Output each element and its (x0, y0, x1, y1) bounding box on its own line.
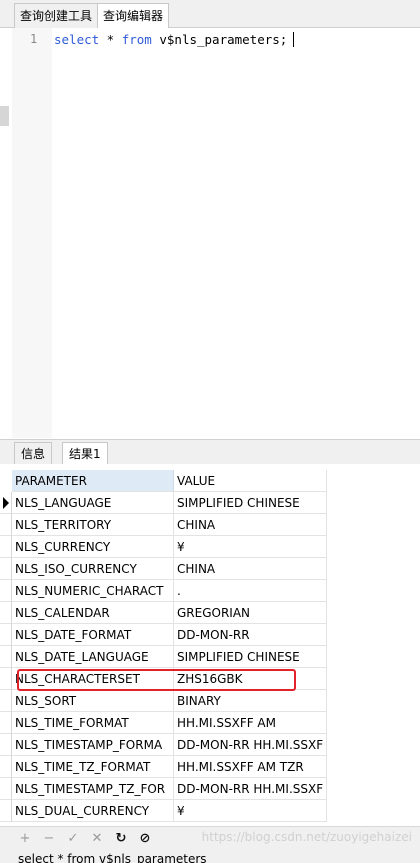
cell-parameter[interactable]: NLS_CALENDAR (12, 602, 174, 624)
row-indicator[interactable] (0, 580, 12, 602)
code-rest: v$nls_parameters; (151, 32, 288, 47)
cell-value[interactable]: CHINA (174, 514, 327, 536)
row-indicator[interactable] (0, 602, 12, 624)
keyword-select: select (54, 32, 100, 47)
cell-parameter[interactable]: NLS_NUMERIC_CHARACT (12, 580, 174, 602)
cell-value[interactable]: HH.MI.SSXFF AM TZR (174, 756, 327, 778)
tab-result-1[interactable]: 结果1 (62, 442, 108, 465)
cell-parameter[interactable]: NLS_CHARACTERSET (12, 668, 174, 690)
cell-value[interactable]: DD-MON-RR HH.MI.SSXF (174, 734, 327, 756)
cell-parameter[interactable]: NLS_SORT (12, 690, 174, 712)
cell-value[interactable]: CHINA (174, 558, 327, 580)
row-indicator[interactable] (0, 624, 12, 646)
cell-value[interactable]: ¥ (174, 800, 327, 822)
table-row[interactable]: NLS_SORT BINARY (0, 690, 327, 712)
cell-parameter[interactable]: NLS_DUAL_CURRENCY (12, 800, 174, 822)
column-header-value[interactable]: VALUE (174, 470, 327, 492)
check-icon[interactable]: ✓ (64, 830, 82, 848)
cell-parameter[interactable]: NLS_CURRENCY (12, 536, 174, 558)
cell-parameter[interactable]: NLS_TIME_TZ_FORMAT (12, 756, 174, 778)
cell-parameter[interactable]: NLS_TERRITORY (12, 514, 174, 536)
row-indicator[interactable] (0, 646, 12, 668)
row-indicator[interactable] (0, 734, 12, 756)
cell-value[interactable]: SIMPLIFIED CHINESE (174, 492, 327, 514)
line-number: 1 (30, 32, 38, 46)
column-header-parameter[interactable]: PARAMETER (12, 470, 174, 492)
plus-icon[interactable]: + (16, 830, 34, 848)
table-row[interactable]: NLS_TIMESTAMP_FORMA DD-MON-RR HH.MI.SSXF (0, 734, 327, 756)
table-row[interactable]: NLS_DUAL_CURRENCY ¥ (0, 800, 327, 822)
sql-editor[interactable]: 1 select * from v$nls_parameters; (0, 28, 420, 438)
grid-toolbar: + − ✓ ✕ ↻ ⊘ https://blog.csdn.net/zuoyigehaiz… (0, 826, 420, 850)
result-tab-bar: 信息 结果1 (0, 439, 420, 465)
table-row[interactable]: NLS_CHARACTERSET ZHS16GBK (0, 668, 327, 690)
cell-value[interactable]: DD-MON-RR (174, 624, 327, 646)
cell-value[interactable]: HH.MI.SSXFF AM (174, 712, 327, 734)
table-row[interactable]: NLS_TIMESTAMP_TZ_FOR DD-MON-RR HH.MI.SSXF (0, 778, 327, 800)
cell-parameter[interactable]: NLS_TIME_FORMAT (12, 712, 174, 734)
query-tab-bar: 查询创建工具 查询编辑器 (0, 0, 420, 29)
table-row[interactable]: NLS_TERRITORY CHINA (0, 514, 327, 536)
code-star: * (99, 32, 122, 47)
cell-value[interactable]: ¥ (174, 536, 327, 558)
cell-value[interactable]: GREGORIAN (174, 602, 327, 624)
cross-icon[interactable]: ✕ (88, 830, 106, 848)
line-number-gutter (12, 28, 52, 438)
cell-value[interactable]: DD-MON-RR HH.MI.SSXF (174, 778, 327, 800)
refresh-icon[interactable]: ↻ (112, 830, 130, 848)
cell-parameter[interactable]: NLS_DATE_FORMAT (12, 624, 174, 646)
cell-parameter[interactable]: NLS_LANGUAGE (12, 492, 174, 514)
row-indicator[interactable] (0, 536, 12, 558)
table-row[interactable]: NLS_TIME_TZ_FORMAT HH.MI.SSXFF AM TZR (0, 756, 327, 778)
row-indicator[interactable] (0, 514, 12, 536)
table-row[interactable]: NLS_DATE_LANGUAGE SIMPLIFIED CHINESE (0, 646, 327, 668)
table-row[interactable]: NLS_ISO_CURRENCY CHINA (0, 558, 327, 580)
cell-parameter[interactable]: NLS_ISO_CURRENCY (12, 558, 174, 580)
minus-icon[interactable]: − (40, 830, 58, 848)
row-indicator[interactable] (0, 668, 12, 690)
tab-info[interactable]: 信息 (14, 442, 53, 465)
cell-value[interactable]: ZHS16GBK (174, 668, 327, 690)
row-indicator[interactable] (0, 778, 12, 800)
cell-value[interactable]: . (174, 580, 327, 602)
table-row[interactable]: NLS_CURRENCY ¥ (0, 536, 327, 558)
watermark-text: https://blog.csdn.net/zuoyigehaizei (201, 830, 412, 844)
stop-icon[interactable]: ⊘ (136, 830, 154, 848)
status-bar: select * from v$nls_parameters (0, 850, 420, 863)
row-indicator[interactable] (0, 712, 12, 734)
table-row[interactable]: NLS_NUMERIC_CHARACT. (0, 580, 327, 602)
table-row[interactable]: NLS_CALENDAR GREGORIAN (0, 602, 327, 624)
row-indicator[interactable] (0, 492, 12, 514)
grid-header-row: PARAMETER VALUE (12, 470, 327, 492)
result-grid: PARAMETER VALUE NLS_LANGUAGE SIMPLIFIED C… (0, 464, 420, 826)
table-row[interactable]: NLS_TIME_FORMAT HH.MI.SSXFF AM (0, 712, 327, 734)
table-row[interactable]: NLS_LANGUAGE SIMPLIFIED CHINESE (0, 492, 327, 514)
status-sql-text: select * from v$nls_parameters (18, 852, 207, 863)
code-line[interactable]: select * from v$nls_parameters; (54, 32, 295, 47)
cell-value[interactable]: BINARY (174, 690, 327, 712)
cell-parameter[interactable]: NLS_DATE_LANGUAGE (12, 646, 174, 668)
tab-query-editor[interactable]: 查询编辑器 (97, 3, 170, 29)
text-caret (293, 32, 295, 47)
row-indicator[interactable] (0, 558, 12, 580)
row-indicator[interactable] (0, 800, 12, 822)
current-row-arrow-icon (3, 497, 9, 509)
splitter-handle[interactable] (0, 106, 9, 126)
cell-value[interactable]: SIMPLIFIED CHINESE (174, 646, 327, 668)
cell-parameter[interactable]: NLS_TIMESTAMP_FORMA (12, 734, 174, 756)
keyword-from: from (121, 32, 152, 47)
cell-parameter[interactable]: NLS_TIMESTAMP_TZ_FOR (12, 778, 174, 800)
row-indicator[interactable] (0, 690, 12, 712)
tab-query-builder[interactable]: 查询创建工具 (14, 3, 99, 28)
table-row[interactable]: NLS_DATE_FORMAT DD-MON-RR (0, 624, 327, 646)
row-indicator[interactable] (0, 756, 12, 778)
